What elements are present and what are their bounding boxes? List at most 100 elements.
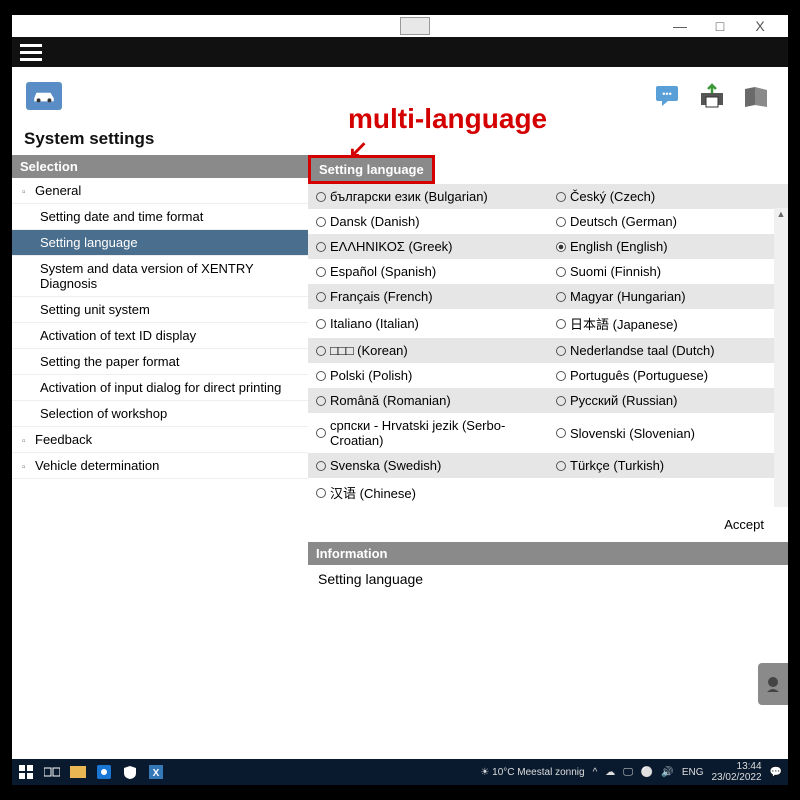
annotation-label: multi-language (348, 103, 547, 135)
radio-icon[interactable] (316, 192, 326, 202)
tree-child[interactable]: Setting the paper format (12, 349, 308, 375)
tray-wifi-icon[interactable]: ⚪ (641, 767, 653, 778)
explorer-icon[interactable] (70, 764, 86, 780)
tray-volume-icon[interactable]: 🔊 (661, 767, 673, 778)
tree-child[interactable]: System and data version of XENTRY Diagno… (12, 256, 308, 297)
start-icon[interactable] (18, 764, 34, 780)
support-badge-icon[interactable] (758, 663, 788, 705)
main-panel: multi-language ↙ Setting language българ… (308, 155, 788, 785)
language-option[interactable]: Dansk (Danish) (308, 209, 548, 234)
language-option[interactable]: Deutsch (German) (548, 209, 788, 234)
menu-icon[interactable] (20, 44, 42, 61)
radio-icon[interactable] (556, 428, 566, 438)
radio-icon[interactable] (556, 461, 566, 471)
radio-icon[interactable] (316, 371, 326, 381)
content-area: Selection GeneralSetting date and time f… (12, 155, 788, 785)
radio-icon[interactable] (316, 346, 326, 356)
radio-icon[interactable] (316, 292, 326, 302)
language-option[interactable]: Français (French) (308, 284, 548, 309)
tree-node[interactable]: General (12, 178, 308, 204)
taskview-icon[interactable] (44, 764, 60, 780)
minimize-button[interactable]: — (660, 16, 700, 36)
car-icon[interactable] (26, 82, 62, 110)
language-row: Svenska (Swedish)Türkçe (Turkish) (308, 453, 788, 478)
language-row: ΕΛΛΗΝΙΚΟΣ (Greek)English (English) (308, 234, 788, 259)
radio-icon[interactable] (316, 267, 326, 277)
tray-notification-icon[interactable]: 💬 (770, 767, 782, 778)
language-option[interactable]: Český (Czech) (548, 184, 788, 209)
language-option[interactable]: Italiano (Italian) (308, 309, 548, 338)
language-option[interactable]: Türkçe (Turkish) (548, 453, 788, 478)
language-option[interactable]: Nederlandse taal (Dutch) (548, 338, 788, 363)
radio-icon[interactable] (556, 346, 566, 356)
language-row: български език (Bulgarian)Český (Czech) (308, 184, 788, 209)
language-option[interactable]: English (English) (548, 234, 788, 259)
tree-node[interactable]: Feedback (12, 427, 308, 453)
x-app-icon[interactable]: X (148, 764, 164, 780)
tree-child[interactable]: Setting language (12, 230, 308, 256)
radio-icon[interactable] (556, 242, 566, 252)
language-row: Français (French)Magyar (Hungarian) (308, 284, 788, 309)
radio-icon[interactable] (556, 292, 566, 302)
language-option[interactable]: ΕΛΛΗΝΙΚΟΣ (Greek) (308, 234, 548, 259)
taskbar-clock[interactable]: 13:44 23/02/2022 (711, 761, 761, 783)
tray-lang[interactable]: ENG (682, 767, 704, 778)
chat-icon[interactable]: ••• (650, 80, 686, 112)
main-header: Setting language (308, 155, 435, 184)
book-icon[interactable] (738, 80, 774, 112)
tree-child[interactable]: Setting unit system (12, 297, 308, 323)
app-indicator-icon (400, 17, 430, 35)
radio-icon[interactable] (316, 461, 326, 471)
shield-icon[interactable] (122, 764, 138, 780)
radio-icon[interactable] (556, 371, 566, 381)
radio-icon[interactable] (316, 217, 326, 227)
language-row: српски - Hrvatski jezik (Serbo-Croatian)… (308, 413, 788, 453)
teamviewer-icon[interactable] (96, 764, 112, 780)
language-option[interactable]: 日本語 (Japanese) (548, 309, 788, 338)
radio-icon[interactable] (556, 319, 566, 329)
language-option[interactable]: Español (Spanish) (308, 259, 548, 284)
language-option[interactable]: 汉语 (Chinese) (308, 478, 548, 507)
radio-icon[interactable] (316, 488, 326, 498)
language-option[interactable]: Română (Romanian) (308, 388, 548, 413)
language-option[interactable]: Slovenski (Slovenian) (548, 413, 788, 453)
sidebar-tree: GeneralSetting date and time formatSetti… (12, 178, 308, 785)
tray-chevron-icon[interactable]: ^ (593, 767, 598, 778)
sidebar-header: Selection (12, 155, 308, 178)
language-option[interactable]: Português (Portuguese) (548, 363, 788, 388)
tree-child[interactable]: Activation of input dialog for direct pr… (12, 375, 308, 401)
maximize-button[interactable]: □ (700, 16, 740, 36)
print-icon[interactable] (694, 80, 730, 112)
language-option[interactable]: □□□ (Korean) (308, 338, 548, 363)
radio-icon[interactable] (556, 217, 566, 227)
app-window: — □ X ••• System settings Selection Gene… (12, 15, 788, 785)
language-option[interactable]: Polski (Polish) (308, 363, 548, 388)
accept-button[interactable]: Accept (724, 517, 764, 532)
radio-icon[interactable] (316, 242, 326, 252)
language-row: 汉语 (Chinese) (308, 478, 788, 507)
tree-child[interactable]: Selection of workshop (12, 401, 308, 427)
radio-icon[interactable] (556, 192, 566, 202)
scrollbar[interactable]: ▲ (774, 208, 788, 507)
language-option[interactable]: Magyar (Hungarian) (548, 284, 788, 309)
weather-widget[interactable]: ☀ 10°C Meestal zonnig (480, 767, 584, 778)
language-option[interactable]: Svenska (Swedish) (308, 453, 548, 478)
radio-icon[interactable] (316, 319, 326, 329)
tray-monitor-icon[interactable]: 🖵 (623, 767, 633, 778)
radio-icon[interactable] (316, 428, 326, 438)
language-option[interactable]: български език (Bulgarian) (308, 184, 548, 209)
language-option[interactable]: српски - Hrvatski jezik (Serbo-Croatian) (308, 413, 548, 453)
tree-child[interactable]: Activation of text ID display (12, 323, 308, 349)
language-row: Dansk (Danish)Deutsch (German) (308, 209, 788, 234)
radio-icon[interactable] (316, 396, 326, 406)
tree-child[interactable]: Setting date and time format (12, 204, 308, 230)
radio-icon[interactable] (556, 267, 566, 277)
close-button[interactable]: X (740, 16, 780, 36)
language-row: □□□ (Korean)Nederlandse taal (Dutch) (308, 338, 788, 363)
tree-node[interactable]: Vehicle determination (12, 453, 308, 479)
language-option[interactable]: Suomi (Finnish) (548, 259, 788, 284)
language-option[interactable]: Русский (Russian) (548, 388, 788, 413)
language-row: Română (Romanian)Русский (Russian) (308, 388, 788, 413)
radio-icon[interactable] (556, 396, 566, 406)
tray-cloud-icon[interactable]: ☁ (605, 767, 615, 778)
